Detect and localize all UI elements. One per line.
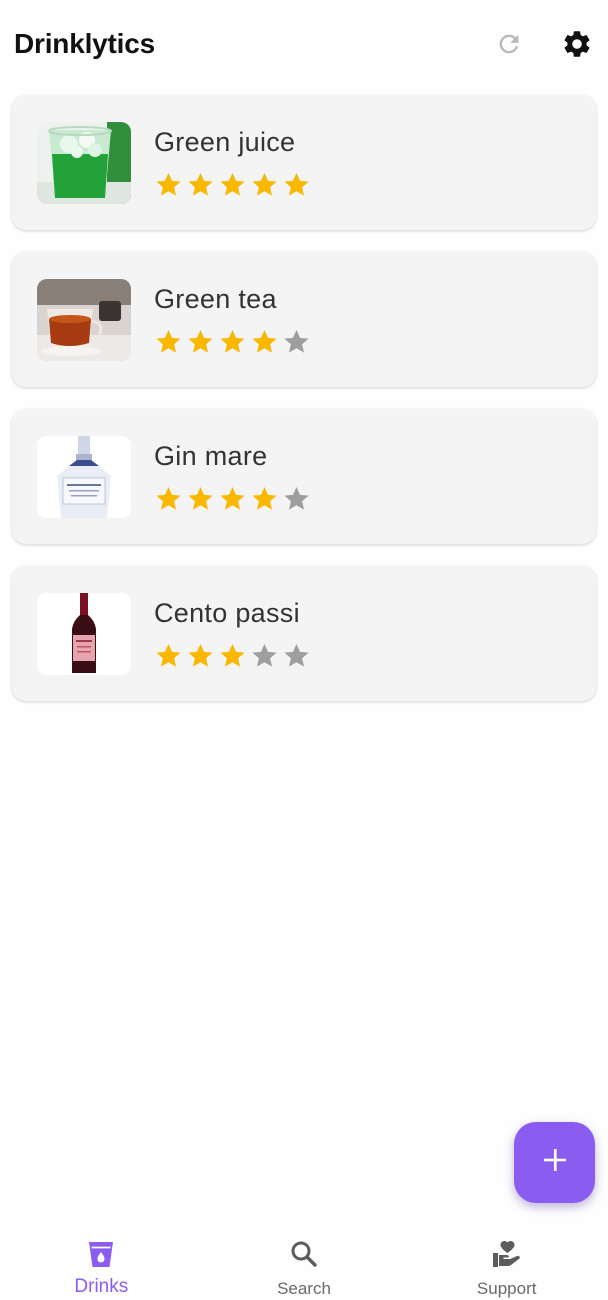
star-filled-icon [218, 170, 247, 199]
green-tea-image [37, 278, 131, 361]
drink-card-green-tea[interactable]: Green tea [12, 252, 596, 387]
star-filled-icon [250, 327, 279, 356]
star-filled-icon [186, 484, 215, 513]
green-juice-image [37, 121, 131, 204]
star-rating [154, 641, 311, 671]
add-drink-button[interactable] [514, 1122, 595, 1203]
drink-info: Gin mare [154, 440, 311, 514]
star-empty-icon [282, 484, 311, 513]
drink-info: Cento passi [154, 597, 311, 671]
nav-item-drinks[interactable]: Drinks [0, 1225, 203, 1300]
star-rating [154, 484, 311, 514]
star-filled-icon [250, 484, 279, 513]
search-icon [288, 1238, 320, 1270]
drink-card-gin-mare[interactable]: Gin mare [12, 409, 596, 544]
star-filled-icon [154, 641, 183, 670]
app-actions [492, 27, 594, 61]
app-bar: Drinklytics [0, 0, 608, 88]
refresh-button[interactable] [492, 27, 526, 61]
drink-card-cento-passi[interactable]: Cento passi [12, 566, 596, 701]
drink-glass-icon [85, 1238, 117, 1270]
star-rating [154, 327, 311, 357]
star-filled-icon [154, 327, 183, 356]
star-rating [154, 170, 311, 200]
star-filled-icon [186, 641, 215, 670]
star-filled-icon [218, 484, 247, 513]
star-filled-icon [282, 170, 311, 199]
star-filled-icon [186, 170, 215, 199]
nav-item-search[interactable]: Search [203, 1225, 406, 1300]
star-filled-icon [154, 484, 183, 513]
nav-item-support[interactable]: Support [405, 1225, 608, 1300]
refresh-icon [495, 30, 523, 58]
gin-mare-image [37, 435, 131, 518]
drink-name: Green juice [154, 126, 296, 157]
drink-list: Green juice Green tea Gin mare Cento pas… [12, 95, 596, 701]
star-filled-icon [218, 641, 247, 670]
star-empty-icon [282, 327, 311, 356]
drink-name: Green tea [154, 283, 277, 314]
settings-button[interactable] [560, 27, 594, 61]
star-filled-icon [186, 327, 215, 356]
plus-icon [542, 1147, 568, 1178]
nav-label: Search [277, 1279, 331, 1298]
drink-name: Gin mare [154, 440, 268, 471]
star-empty-icon [250, 641, 279, 670]
star-filled-icon [154, 170, 183, 199]
drink-card-green-juice[interactable]: Green juice [12, 95, 596, 230]
app-title: Drinklytics [14, 28, 155, 59]
star-empty-icon [282, 641, 311, 670]
drink-info: Green juice [154, 126, 311, 200]
bottom-nav: Drinks Search Support [0, 1225, 608, 1300]
hand-heart-icon [491, 1238, 523, 1270]
drink-name: Cento passi [154, 597, 300, 628]
gear-icon [561, 28, 593, 60]
star-filled-icon [250, 170, 279, 199]
nav-label: Support [476, 1279, 537, 1298]
nav-label: Drinks [74, 1276, 129, 1297]
drink-info: Green tea [154, 283, 311, 357]
cento-passi-image [37, 592, 131, 675]
star-filled-icon [218, 327, 247, 356]
